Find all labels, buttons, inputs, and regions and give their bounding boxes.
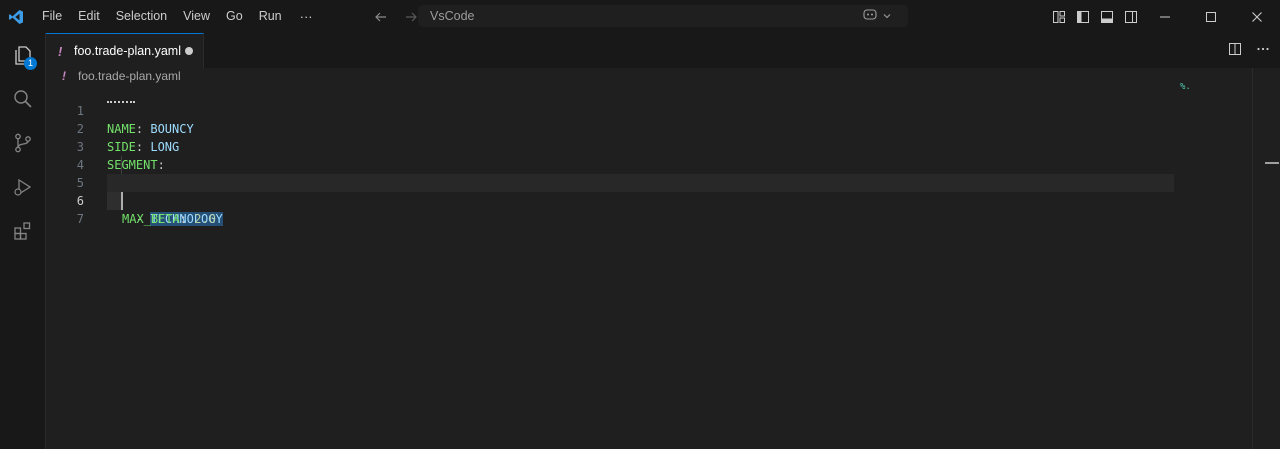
yaml-file-icon: ! xyxy=(58,43,63,59)
line-number: 7 xyxy=(76,212,84,226)
scrollbar-cursor-marker[interactable] xyxy=(1265,162,1279,164)
menu-run[interactable]: Run xyxy=(251,0,290,33)
yaml-number: 2.0 xyxy=(194,212,216,226)
explorer-icon[interactable]: 1 xyxy=(0,33,45,77)
close-icon[interactable] xyxy=(1234,0,1280,33)
copilot-icon xyxy=(862,8,878,25)
editor-area[interactable]: ! foo.trade-plan.yaml 1 NAME: BOUNCY 2 S… xyxy=(46,68,1280,449)
editor-tab-bar: ! foo.trade-plan.yaml xyxy=(46,33,1280,69)
code-line[interactable]: 7 xyxy=(46,192,1174,226)
copilot-menu[interactable] xyxy=(862,5,892,27)
minimap-preview[interactable]: %. xyxy=(1180,82,1191,92)
indent-guide xyxy=(121,156,122,174)
search-icon[interactable] xyxy=(0,77,45,121)
yaml-file-icon: ! xyxy=(62,69,66,83)
window-controls xyxy=(1142,0,1280,33)
yaml-separator: : xyxy=(179,212,195,226)
title-bar: File Edit Selection View Go Run ··· VsCo… xyxy=(0,0,1280,33)
yaml-key: MAX_BETA xyxy=(122,212,180,226)
code-line[interactable]: 2 SIDE: LONG xyxy=(46,102,1174,154)
text-cursor xyxy=(121,192,123,210)
back-arrow-icon[interactable] xyxy=(370,6,392,28)
breadcrumb-file[interactable]: foo.trade-plan.yaml xyxy=(78,69,181,83)
menu-view[interactable]: View xyxy=(175,0,218,33)
menu-selection[interactable]: Selection xyxy=(108,0,175,33)
source-control-icon[interactable] xyxy=(0,121,45,165)
explorer-badge: 1 xyxy=(24,57,37,70)
tab-label: foo.trade-plan.yaml xyxy=(74,44,182,58)
layout-controls xyxy=(1050,0,1140,33)
vscode-logo-icon xyxy=(0,0,32,33)
command-center-search[interactable]: VsCode xyxy=(418,5,908,27)
code-line[interactable]: 1 NAME: BOUNCY xyxy=(46,84,1174,136)
menu-go[interactable]: Go xyxy=(218,0,251,33)
editor-actions xyxy=(1228,33,1270,68)
breadcrumb: ! foo.trade-plan.yaml xyxy=(62,68,181,84)
toggle-primary-sidebar-icon[interactable] xyxy=(1074,8,1092,26)
menu-file[interactable]: File xyxy=(34,0,70,33)
menu-edit[interactable]: Edit xyxy=(70,0,108,33)
minimap-border xyxy=(1252,68,1253,449)
code-line[interactable]: 6 MAX_BETA: 2.0 xyxy=(46,174,1174,226)
chevron-down-icon xyxy=(882,9,892,24)
minimize-icon[interactable] xyxy=(1142,0,1188,33)
customize-layout-icon[interactable] xyxy=(1050,8,1068,26)
navigation-arrows xyxy=(370,0,422,33)
run-and-debug-icon[interactable] xyxy=(0,165,45,209)
split-editor-icon[interactable] xyxy=(1228,42,1242,59)
more-actions-icon[interactable] xyxy=(1256,42,1270,59)
toggle-secondary-sidebar-icon[interactable] xyxy=(1122,8,1140,26)
menu-bar: File Edit Selection View Go Run ··· xyxy=(34,0,323,33)
tab-foo-trade-plan-yaml[interactable]: ! foo.trade-plan.yaml xyxy=(46,33,204,68)
indent-block xyxy=(107,192,121,210)
maximize-icon[interactable] xyxy=(1188,0,1234,33)
code-line[interactable]: 5 - TECHNOLOGY xyxy=(46,156,1174,226)
activity-bar: 1 xyxy=(0,33,46,449)
search-label: VsCode xyxy=(430,9,475,23)
code-line[interactable]: 4 SECTORS: xyxy=(46,138,1174,190)
extensions-icon[interactable] xyxy=(0,209,45,253)
unsaved-dot-icon[interactable] xyxy=(185,47,193,55)
toggle-panel-icon[interactable] xyxy=(1098,8,1116,26)
code-line[interactable]: 3 SEGMENT: xyxy=(46,120,1174,172)
menu-more-button[interactable]: ··· xyxy=(290,9,323,24)
